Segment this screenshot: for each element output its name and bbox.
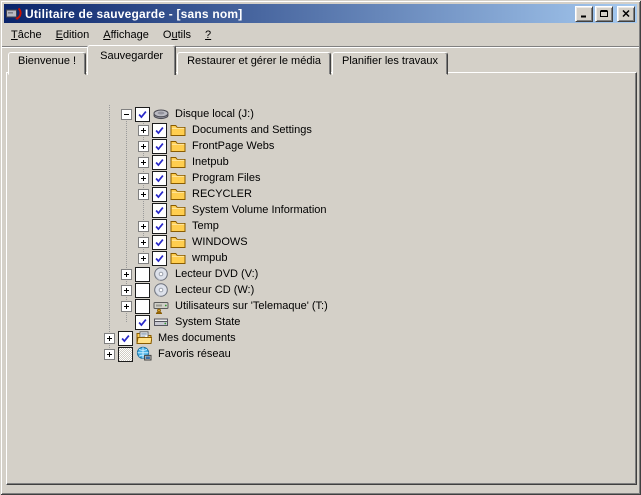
checkbox-grayed[interactable]	[118, 347, 133, 362]
cd-drive-icon	[153, 266, 169, 282]
tree-item-windows[interactable]: WINDOWS	[98, 234, 321, 250]
checkbox-checked[interactable]	[135, 315, 150, 330]
checkbox-checked[interactable]	[135, 107, 150, 122]
tab-sauvegarder[interactable]: Sauvegarder	[87, 45, 176, 75]
tree-item-system-volume-information[interactable]: System Volume Information	[98, 202, 321, 218]
tab-bienvenue[interactable]: Bienvenue !	[8, 52, 86, 75]
tree-item-disque-local-j[interactable]: Disque local (J:)	[98, 106, 321, 122]
menu-outils[interactable]: Outils	[156, 27, 198, 43]
tree-item-documents-and-settings[interactable]: Documents and Settings	[98, 122, 321, 138]
tree-item-label[interactable]: Disque local (J:)	[173, 108, 256, 120]
network-places-icon	[136, 346, 152, 362]
folder-icon	[170, 202, 186, 218]
tree-expander-plus[interactable]	[138, 157, 149, 168]
tree-item-inetpub[interactable]: Inetpub	[98, 154, 321, 170]
tree-expander-plus[interactable]	[138, 253, 149, 264]
backup-tree-panel: Disque local (J:) Documents and Settings F…	[95, 102, 340, 365]
tree-expander-plus[interactable]	[138, 237, 149, 248]
folder-icon	[170, 122, 186, 138]
folder-icon	[170, 138, 186, 154]
tree-item-label[interactable]: Utilisateurs sur 'Telemaque' (T:)	[173, 300, 330, 312]
window-title: Utilitaire de sauvegarde - [sans nom]	[25, 7, 575, 21]
menu-tache[interactable]: Tâche	[4, 27, 49, 43]
tree-item-mes-documents[interactable]: Mes documents	[98, 330, 321, 346]
tree-item-lecteur-dvd-v[interactable]: Lecteur DVD (V:)	[98, 266, 321, 282]
tree-rows: Disque local (J:) Documents and Settings F…	[98, 106, 321, 362]
folder-icon	[170, 218, 186, 234]
tree-item-wmpub[interactable]: wmpub	[98, 250, 321, 266]
local-disk-icon	[153, 106, 169, 122]
tab-restaurer-et-gerer-le-media[interactable]: Restaurer et gérer le média	[177, 52, 331, 75]
tree-item-lecteur-cd-w[interactable]: Lecteur CD (W:)	[98, 282, 321, 298]
menu-edition[interactable]: Edition	[49, 27, 97, 43]
tree-expander-plus[interactable]	[138, 221, 149, 232]
menu-item[interactable]: ?	[198, 27, 218, 43]
tree-item-frontpage-webs[interactable]: FrontPage Webs	[98, 138, 321, 154]
close-button[interactable]	[617, 6, 635, 22]
tree-item-favoris-reseau[interactable]: Favoris réseau	[98, 346, 321, 362]
tree-expander-plus[interactable]	[121, 269, 132, 280]
window-controls	[575, 6, 635, 22]
checkbox-checked[interactable]	[152, 155, 167, 170]
tree-item-label[interactable]: Temp	[190, 220, 221, 232]
tab-planifier-les-travaux[interactable]: Planifier les travaux	[332, 52, 448, 75]
checkbox-checked[interactable]	[152, 251, 167, 266]
checkbox-checked[interactable]	[152, 123, 167, 138]
folder-icon	[170, 170, 186, 186]
tree-item-label[interactable]: Lecteur CD (W:)	[173, 284, 256, 296]
folder-icon	[170, 234, 186, 250]
tree-expander-plus[interactable]	[138, 189, 149, 200]
folder-icon	[170, 154, 186, 170]
tree-item-label[interactable]: Program Files	[190, 172, 262, 184]
network-drive-icon	[153, 298, 169, 314]
tree-item-label[interactable]: Lecteur DVD (V:)	[173, 268, 260, 280]
tree-item-label[interactable]: System Volume Information	[190, 204, 329, 216]
tree-item-temp[interactable]: Temp	[98, 218, 321, 234]
system-state-icon	[153, 314, 169, 330]
minimize-button[interactable]	[575, 6, 593, 22]
tree-item-label[interactable]: RECYCLER	[190, 188, 254, 200]
checkbox-checked[interactable]	[152, 171, 167, 186]
tree-item-label[interactable]: Documents and Settings	[190, 124, 314, 136]
tree-expander-plus[interactable]	[138, 173, 149, 184]
menu-affichage[interactable]: Affichage	[96, 27, 156, 43]
tree-item-label[interactable]: Mes documents	[156, 332, 238, 344]
tree-item-label[interactable]: wmpub	[190, 252, 229, 264]
checkbox-checked[interactable]	[152, 219, 167, 234]
my-documents-icon	[136, 330, 152, 346]
tree-item-utilisateurs-sur-telemaque-t[interactable]: Utilisateurs sur 'Telemaque' (T:)	[98, 298, 321, 314]
tree-item-label[interactable]: Favoris réseau	[156, 348, 233, 360]
tree-item-label[interactable]: System State	[173, 316, 242, 328]
tree-item-system-state[interactable]: System State	[98, 314, 321, 330]
tree-expander-plus[interactable]	[121, 301, 132, 312]
checkbox-checked[interactable]	[152, 139, 167, 154]
tree-item-label[interactable]: WINDOWS	[190, 236, 250, 248]
cd-drive-icon	[153, 282, 169, 298]
checkbox-unchecked[interactable]	[135, 283, 150, 298]
tree-item-label[interactable]: FrontPage Webs	[190, 140, 276, 152]
checkbox-checked[interactable]	[152, 203, 167, 218]
checkbox-checked[interactable]	[152, 235, 167, 250]
checkbox-checked[interactable]	[152, 187, 167, 202]
tree-expander-plus[interactable]	[104, 333, 115, 344]
folder-icon	[170, 186, 186, 202]
tree-expander-plus[interactable]	[121, 285, 132, 296]
checkbox-unchecked[interactable]	[135, 267, 150, 282]
backup-utility-window: Utilitaire de sauvegarde - [sans nom] Tâ…	[0, 0, 641, 495]
tree-item-label[interactable]: Inetpub	[190, 156, 231, 168]
menubar: TâcheEditionAffichageOutils?	[4, 26, 218, 44]
titlebar[interactable]: Utilitaire de sauvegarde - [sans nom]	[4, 4, 637, 23]
tree-expander-plus[interactable]	[138, 125, 149, 136]
tree-item-recycler[interactable]: RECYCLER	[98, 186, 321, 202]
maximize-button[interactable]	[595, 6, 613, 22]
backup-drive-icon	[6, 6, 22, 22]
tree-expander-minus[interactable]	[121, 109, 132, 120]
tab-strip: Bienvenue !SauvegarderRestaurer et gérer…	[8, 50, 449, 75]
tree-expander-plus[interactable]	[138, 141, 149, 152]
checkbox-checked[interactable]	[118, 331, 133, 346]
tree-item-program-files[interactable]: Program Files	[98, 170, 321, 186]
tree-expander-plus[interactable]	[104, 349, 115, 360]
folder-icon	[170, 250, 186, 266]
checkbox-unchecked[interactable]	[135, 299, 150, 314]
